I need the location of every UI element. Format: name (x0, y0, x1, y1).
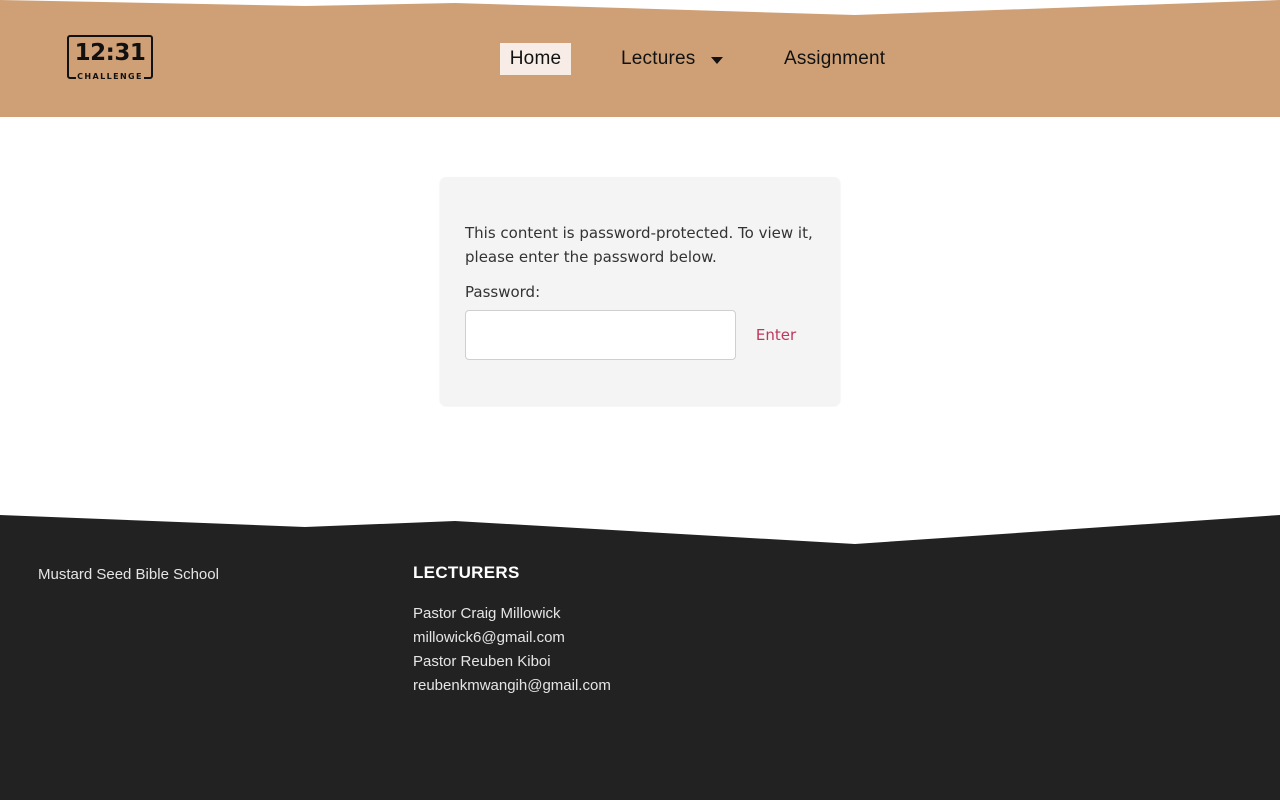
caret-down-icon[interactable] (711, 56, 724, 64)
footer-brand-name: Mustard Seed Bible School (38, 566, 219, 583)
site-footer: Mustard Seed Bible School LECTURERS Past… (0, 545, 1280, 800)
lecturer-name: Pastor Craig Millowick (413, 605, 561, 622)
lecturer-name: Pastor Reuben Kiboi (413, 653, 551, 670)
password-form: This content is password-protected. To v… (440, 177, 840, 405)
lecturers-list: Pastor Craig Millowick millowick6@gmail.… (413, 603, 611, 699)
nav-item-label: Lectures (621, 48, 696, 69)
header-wave-divider (0, 0, 1280, 15)
footer-wave-divider (0, 515, 1280, 546)
password-label: Password: (465, 283, 541, 301)
nav-item-assignment[interactable]: Assignment (784, 43, 885, 75)
nav-item-label: Assignment (784, 48, 886, 69)
lecturer-email: millowick6@gmail.com (413, 629, 565, 646)
nav-item-lectures[interactable]: Lectures (621, 43, 724, 75)
password-protected-message: This content is password-protected. To v… (465, 224, 813, 266)
nav-item-label: Home (509, 48, 562, 69)
nav-item-home[interactable]: Home (500, 43, 571, 75)
enter-button[interactable]: Enter (746, 323, 806, 347)
lecturer-email: reubenkmwangih@gmail.com (413, 677, 611, 694)
site-header: 12:31 CHALLENGE Home Lectures Assignment (0, 0, 1280, 117)
lecturers-heading: LECTURERS (413, 563, 520, 582)
password-input[interactable] (465, 310, 736, 360)
main-nav: Home Lectures Assignment (0, 43, 1280, 75)
